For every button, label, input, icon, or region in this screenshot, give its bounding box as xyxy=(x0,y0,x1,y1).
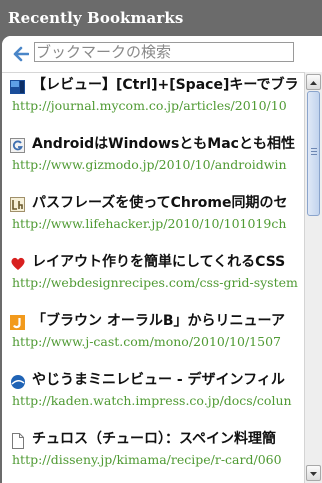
bookmark-title: パスフレーズを使ってChrome同期のセ xyxy=(32,195,288,211)
heart-icon xyxy=(11,257,25,270)
bookmarks-panel: ブックマークの検索 【レビュー】[Ctrl]+[Space]キーでブラ http… xyxy=(2,36,322,483)
bookmark-title: 【レビュー】[Ctrl]+[Space]キーでブラ xyxy=(32,77,299,93)
bookmark-title: やじうまミニレビュー - デザインフィル xyxy=(32,372,285,388)
bookmark-list: 【レビュー】[Ctrl]+[Space]キーでブラ http://journal… xyxy=(2,72,304,483)
scroll-thumb[interactable] xyxy=(307,91,320,216)
scrollbar[interactable] xyxy=(304,72,322,483)
bookmark-url: http://webdesignrecipes.com/css-grid-sys… xyxy=(12,275,298,290)
page-icon xyxy=(12,433,24,449)
bookmark-title: チュロス（チューロ）：スペイン料理簡 xyxy=(32,431,277,447)
page-title: Recently Bookmarks xyxy=(8,9,184,27)
bookmark-title: レイアウト作りを簡単にしてくれるCSS xyxy=(32,254,286,270)
lifehacker-icon xyxy=(10,197,25,212)
bookmark-url: http://www.j-cast.com/mono/2010/10/1507 xyxy=(12,334,281,349)
arrow-down-icon xyxy=(310,472,317,476)
bookmark-item[interactable]: 【レビュー】[Ctrl]+[Space]キーでブラ http://journal… xyxy=(2,73,304,133)
bookmark-url: http://journal.mycom.co.jp/articles/2010… xyxy=(12,98,287,113)
bookmark-url: http://www.lifehacker.jp/2010/10/101019c… xyxy=(12,216,287,231)
bookmark-item[interactable]: やじうまミニレビュー - デザインフィル http://kaden.watch.… xyxy=(2,368,304,428)
search-input[interactable]: ブックマークの検索 xyxy=(34,42,294,62)
bookmark-title: 「ブラウン オーラルB」からリニューア xyxy=(32,313,285,329)
gizmodo-icon xyxy=(10,138,25,153)
bookmark-item[interactable]: チュロス（チューロ）：スペイン料理簡 http://disseny.jp/kim… xyxy=(2,427,304,483)
bookmark-item[interactable]: 「ブラウン オーラルB」からリニューア http://www.j-cast.co… xyxy=(2,309,304,369)
bookmark-item[interactable]: パスフレーズを使ってChrome同期のセ http://www.lifehack… xyxy=(2,191,304,251)
title-bar: Recently Bookmarks xyxy=(0,0,322,36)
search-bar: ブックマークの検索 xyxy=(2,36,322,72)
arrow-up-icon xyxy=(310,81,317,85)
impress-icon xyxy=(11,375,25,389)
scroll-up-button[interactable] xyxy=(306,74,321,90)
bookmark-url: http://disseny.jp/kimama/recipe/r-card/0… xyxy=(12,452,282,467)
mycom-icon xyxy=(10,80,25,94)
bookmark-url: http://www.gizmodo.jp/2010/10/androidwin xyxy=(12,157,287,172)
bookmark-item[interactable]: AndroidはWindowsともMacとも相性 http://www.gizm… xyxy=(2,132,304,192)
jcast-icon xyxy=(10,315,25,330)
bookmark-title: AndroidはWindowsともMacとも相性 xyxy=(32,136,295,152)
bookmark-url: http://kaden.watch.impress.co.jp/docs/co… xyxy=(12,393,292,408)
bookmark-item[interactable]: レイアウト作りを簡単にしてくれるCSS http://webdesignreci… xyxy=(2,250,304,310)
back-arrow-icon[interactable] xyxy=(13,46,29,62)
scroll-down-button[interactable] xyxy=(306,465,321,481)
